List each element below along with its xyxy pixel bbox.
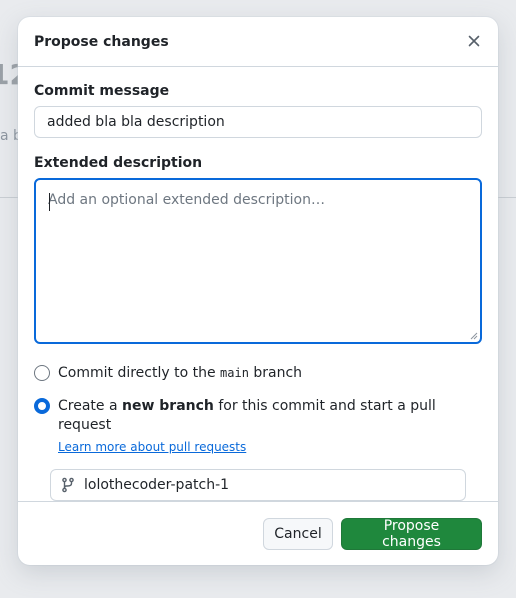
commit-direct-radio[interactable] [34,365,50,381]
resize-grip-icon[interactable] [470,332,478,340]
extended-description-placeholder: Add an optional extended description… [48,192,325,208]
main-branch-name: main [220,366,249,380]
commit-options: Commit directly to the main branch Creat… [34,364,482,501]
cancel-button[interactable]: Cancel [263,517,333,550]
commit-message-input[interactable]: added bla bla description [34,106,482,138]
commit-direct-option[interactable]: Commit directly to the main branch [34,364,482,383]
branch-name-value: lolothecoder-patch-1 [84,477,230,493]
background-divider-right [498,197,516,198]
background-divider [0,197,18,198]
commit-direct-label: Commit directly to the main branch [58,365,303,381]
commit-message-label: Commit message [34,83,170,99]
dialog-title: Propose changes [34,33,169,50]
close-icon[interactable] [462,29,486,53]
new-branch-radio[interactable] [34,398,50,414]
new-branch-label: Create a new branch for this commit and … [58,397,482,457]
dialog-header: Propose changes [18,17,498,67]
branch-name-input[interactable]: lolothecoder-patch-1 [50,469,466,501]
learn-more-link[interactable]: Learn more about pull requests [58,438,482,457]
git-branch-icon [61,477,75,493]
extended-description-label: Extended description [34,155,203,171]
dialog-footer: Cancel Propose changes [18,501,498,565]
extended-description-textarea[interactable]: Add an optional extended description… [34,178,482,344]
text-caret [49,193,50,211]
propose-changes-dialog: Propose changes Commit message added bla… [18,17,498,565]
commit-message-value: added bla bla description [47,114,225,130]
propose-changes-button[interactable]: Propose changes [341,517,482,550]
new-branch-option[interactable]: Create a new branch for this commit and … [34,397,482,457]
dialog-body: Commit message added bla bla description… [18,67,498,501]
